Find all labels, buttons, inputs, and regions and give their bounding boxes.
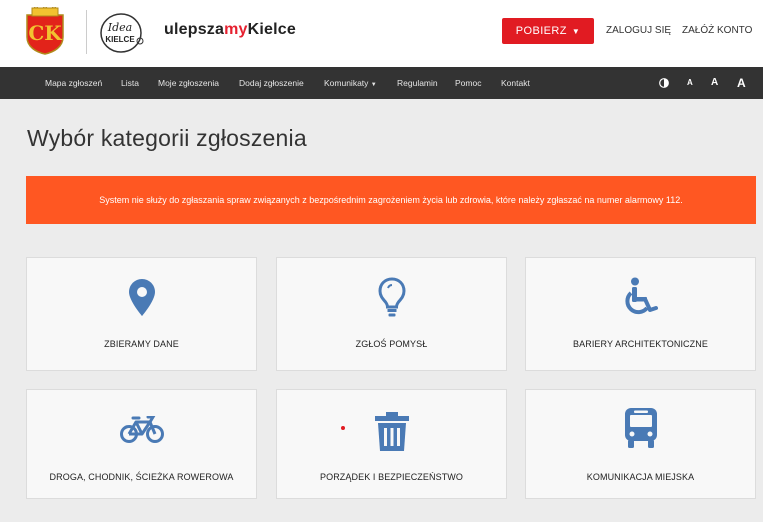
nav-item-announcements-label: Komunikaty [324, 78, 369, 88]
main-nav: Mapa zgłoszeń Lista Moje zgłoszenia Doda… [0, 67, 763, 99]
caret-down-icon: ▼ [571, 26, 581, 36]
wheelchair-icon [624, 277, 658, 315]
nav-item-contact[interactable]: Kontakt [501, 67, 530, 99]
page-title: Wybór kategorii zgłoszenia [27, 125, 307, 151]
contrast-icon[interactable] [659, 78, 669, 88]
category-tile-accessibility[interactable]: BARIERY ARCHITEKTONICZNE [525, 257, 756, 371]
brand-prefix: ulepsza [164, 21, 225, 38]
lightbulb-icon [377, 277, 406, 317]
category-label: PORZĄDEK I BEZPIECZEŃSTWO [319, 472, 463, 482]
map-marker-icon [128, 279, 155, 316]
login-link[interactable]: ZALOGUJ SIĘ [606, 25, 671, 36]
caret-down-icon: ▼ [370, 82, 377, 88]
category-tile-public-transport[interactable]: KOMUNIKACJA MIEJSKA [525, 389, 756, 499]
svg-text:CK: CK [28, 21, 62, 45]
brand-accent: my [224, 21, 248, 38]
nav-item-my-reports[interactable]: Moje zgłoszenia [158, 67, 219, 99]
nav-item-list[interactable]: Lista [121, 67, 139, 99]
nav-item-help[interactable]: Pomoc [455, 67, 481, 99]
category-label: ZBIERAMY DANE [104, 339, 179, 349]
font-size-large-button[interactable]: A [737, 67, 746, 99]
category-tile-road[interactable]: DROGA, CHODNIK, ŚCIEŻKA ROWEROWA [26, 389, 257, 499]
category-tile-data-collection[interactable]: ZBIERAMY DANE [26, 257, 257, 371]
category-label: BARIERY ARCHITEKTONICZNE [573, 339, 708, 349]
category-label: KOMUNIKACJA MIEJSKA [586, 472, 695, 482]
svg-text:Idea: Idea [107, 21, 132, 34]
cursor-indicator [341, 426, 345, 430]
svg-text:KIELCE: KIELCE [105, 35, 135, 44]
category-tile-idea[interactable]: ZGŁOŚ POMYSŁ [276, 257, 507, 371]
nav-item-add-report[interactable]: Dodaj zgłoszenie [239, 67, 304, 99]
download-label: POBIERZ [515, 25, 567, 37]
download-dropdown-button[interactable]: POBIERZ ▼ [502, 18, 594, 44]
font-size-medium-button[interactable]: A [711, 67, 718, 99]
trash-icon [374, 412, 409, 451]
bus-icon [624, 408, 657, 448]
header-divider [86, 10, 87, 54]
kielce-crest-logo[interactable]: CK [24, 7, 66, 55]
category-label: DROGA, CHODNIK, ŚCIEŻKA ROWEROWA [49, 472, 234, 482]
register-link[interactable]: ZAŁÓŻ KONTO [682, 25, 752, 36]
site-header: CK Idea KIELCE ulepszamyKielce POBIERZ ▼… [0, 0, 763, 67]
brand-name[interactable]: ulepszamyKielce [164, 21, 296, 39]
emergency-alert: System nie służy do zgłaszania spraw zwi… [26, 176, 756, 224]
nav-item-rules[interactable]: Regulamin [397, 67, 438, 99]
nav-item-announcements[interactable]: Komunikaty ▼ [324, 67, 377, 99]
category-label: ZGŁOŚ POMYSŁ [355, 339, 428, 349]
idea-kielce-logo[interactable]: Idea KIELCE [99, 12, 147, 54]
nav-item-map[interactable]: Mapa zgłoszeń [45, 67, 102, 99]
category-tile-order-safety[interactable]: PORZĄDEK I BEZPIECZEŃSTWO [276, 389, 507, 499]
bicycle-icon [119, 416, 164, 443]
font-size-small-button[interactable]: A [687, 67, 693, 99]
brand-suffix: Kielce [247, 21, 296, 38]
